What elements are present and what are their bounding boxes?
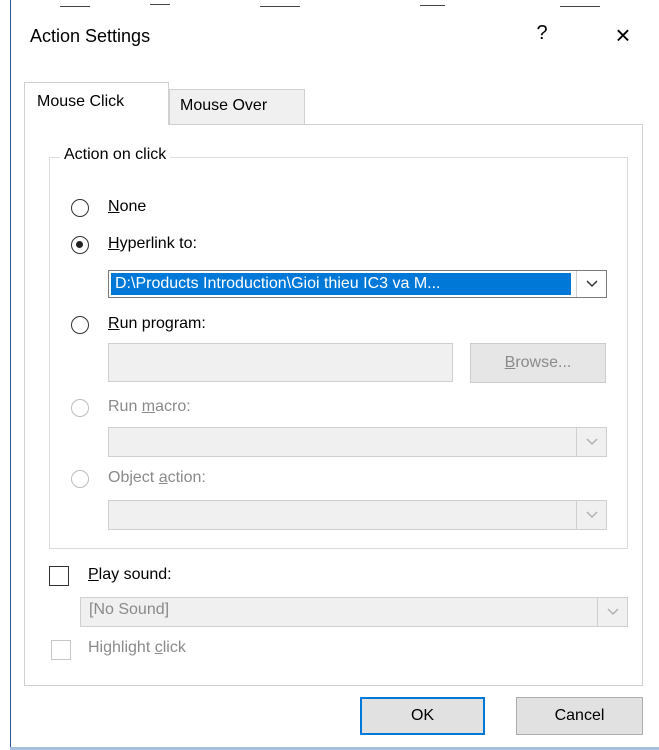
hyperlink-radio[interactable] bbox=[71, 236, 89, 254]
object-action-label-rest: ction: bbox=[167, 469, 206, 486]
object-action-dropdown-button[interactable] bbox=[576, 501, 606, 529]
run-program-input[interactable] bbox=[108, 343, 453, 382]
tab-label: Mouse Over bbox=[180, 97, 268, 114]
run-program-label-rest: un program: bbox=[119, 315, 206, 332]
highlight-click-checkbox[interactable] bbox=[51, 640, 71, 660]
chevron-down-icon bbox=[606, 608, 619, 616]
play-sound-mnemonic: P bbox=[88, 566, 99, 583]
browse-rest: rowse... bbox=[515, 354, 572, 371]
run-macro-combo[interactable] bbox=[108, 427, 607, 457]
chevron-down-icon bbox=[585, 438, 598, 446]
object-action-label-pre: Object bbox=[108, 469, 159, 486]
object-action-radio[interactable] bbox=[71, 470, 89, 488]
run-macro-label-pre: Run bbox=[108, 398, 142, 415]
background-fragment bbox=[420, 5, 445, 6]
none-label-mnemonic: N bbox=[108, 198, 120, 215]
browse-button[interactable]: Browse... bbox=[470, 343, 606, 383]
run-macro-label-mnemonic: m bbox=[141, 398, 156, 415]
chevron-down-icon bbox=[585, 511, 598, 519]
cancel-button[interactable]: Cancel bbox=[516, 697, 643, 735]
play-sound-rest: lay sound: bbox=[98, 566, 172, 583]
play-sound-checkbox[interactable] bbox=[49, 566, 69, 586]
highlight-click-rest: lick bbox=[162, 639, 186, 656]
run-macro-dropdown-button[interactable] bbox=[576, 428, 606, 456]
run-macro-label[interactable]: Run macro: bbox=[108, 398, 191, 416]
run-macro-label-rest: acro: bbox=[155, 398, 191, 415]
object-action-combo[interactable] bbox=[108, 500, 607, 530]
hyperlink-label[interactable]: Hyperlink to: bbox=[108, 235, 197, 253]
play-sound-label[interactable]: Play sound: bbox=[88, 566, 172, 584]
sound-combo[interactable]: [No Sound] bbox=[80, 597, 628, 627]
highlight-click-mnemonic: c bbox=[154, 639, 163, 656]
hyperlink-value[interactable]: D:\Products Introduction\Gioi thieu IC3 … bbox=[111, 273, 571, 295]
sound-dropdown-button[interactable] bbox=[597, 598, 627, 626]
object-action-label-mnemonic: a bbox=[158, 469, 168, 486]
background-fragment bbox=[150, 4, 170, 5]
none-label-rest: one bbox=[119, 198, 147, 215]
browse-mnemonic: B bbox=[504, 354, 516, 371]
run-program-radio[interactable] bbox=[71, 316, 89, 334]
highlight-click-label[interactable]: Highlight click bbox=[88, 639, 186, 657]
run-program-label[interactable]: Run program: bbox=[108, 315, 206, 333]
hyperlink-label-rest: yperlink to: bbox=[119, 235, 197, 252]
hyperlink-dropdown-button[interactable] bbox=[576, 271, 606, 297]
tab-label: Mouse Click bbox=[37, 93, 125, 110]
chevron-down-icon bbox=[585, 280, 598, 288]
group-legend: Action on click bbox=[60, 146, 171, 164]
tab-mouse-click[interactable]: Mouse Click bbox=[24, 82, 169, 125]
hyperlink-label-mnemonic: H bbox=[108, 235, 120, 252]
tab-mouse-over[interactable]: Mouse Over bbox=[169, 89, 305, 124]
help-button[interactable]: ? bbox=[528, 22, 556, 45]
background-fragment bbox=[260, 6, 300, 7]
background-fragment bbox=[60, 6, 90, 7]
close-button[interactable]: × bbox=[607, 20, 639, 51]
object-action-label[interactable]: Object action: bbox=[108, 469, 206, 487]
run-program-label-mnemonic: R bbox=[108, 315, 120, 332]
sound-value: [No Sound] bbox=[89, 601, 170, 618]
run-macro-radio[interactable] bbox=[71, 399, 89, 417]
ok-button[interactable]: OK bbox=[360, 697, 485, 735]
none-radio[interactable] bbox=[71, 199, 89, 217]
dialog-title: Action Settings bbox=[30, 26, 151, 46]
hyperlink-combo[interactable]: D:\Products Introduction\Gioi thieu IC3 … bbox=[108, 270, 607, 298]
background-fragment bbox=[560, 6, 600, 7]
none-label[interactable]: None bbox=[108, 198, 146, 216]
highlight-click-pre: Highlight bbox=[88, 639, 155, 656]
